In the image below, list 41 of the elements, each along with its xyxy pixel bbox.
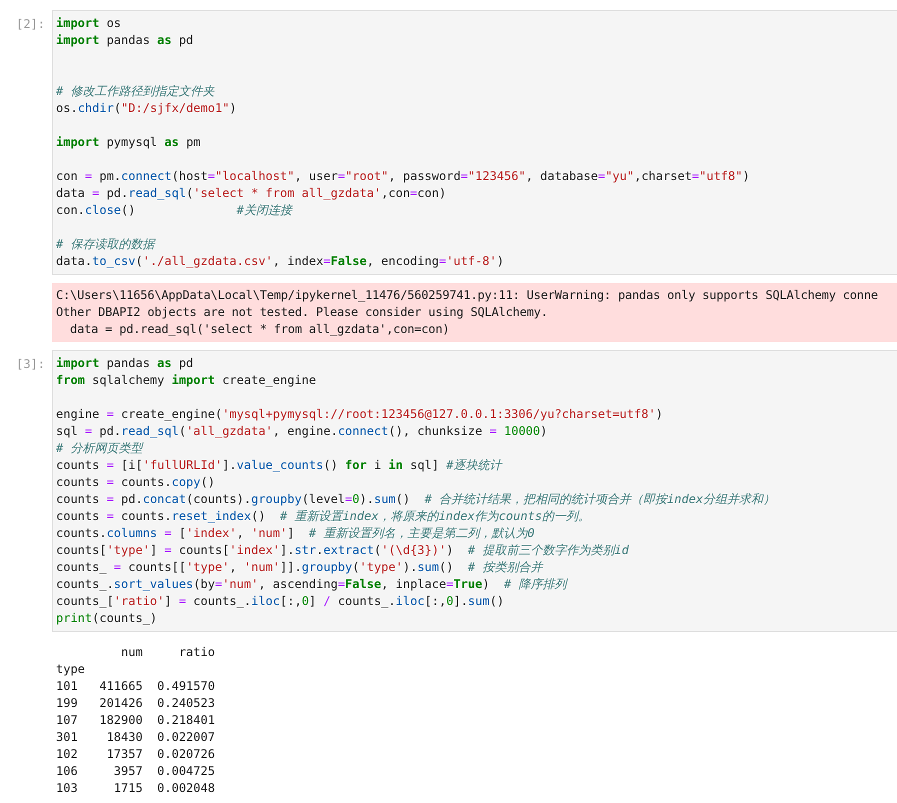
code-line: counts = counts.copy() — [56, 474, 216, 491]
output-line: 106 3957 0.004725 — [56, 763, 216, 780]
warning-line: C:\Users\11656\AppData\Local\Temp/ipykernel_11476/560259741.py:11: UserWarning: pandas only supports SQLAlchemy conne — [56, 287, 879, 304]
output-line: 101 411665 0.491570 — [56, 678, 216, 695]
code-line: import pandas as pd — [56, 32, 194, 49]
code-line: con = pm.connect(host="localhost", user="root", password="123456", database="yu",charset="utf8") — [56, 168, 751, 185]
code-line: # 分析网页类型 — [56, 440, 144, 457]
code-cell[interactable] — [52, 350, 897, 632]
code-line: # 修改工作路径到指定文件夹 — [56, 83, 216, 100]
code-line: data = pd.read_sql('select * from all_gzdata',con=con) — [56, 185, 448, 202]
output-line: 301 18430 0.022007 — [56, 729, 216, 746]
code-line: engine = create_engine('mysql+pymysql://root:123456@127.0.0.1:3306/yu?charset=utf8') — [56, 406, 664, 423]
warning-line: data = pd.read_sql('select * from all_gzdata',con=con) — [69, 321, 450, 338]
execution-count: [2]: — [15, 16, 46, 33]
output-line: 103 1715 0.002048 — [56, 780, 216, 797]
code-line: sql = pd.read_sql('all_gzdata', engine.connect(), chunksize = 10000) — [56, 423, 548, 440]
code-line: counts = counts.reset_index() # 重新设置index，将原来的index作为counts的一列。 — [56, 508, 592, 525]
code-line: print(counts_) — [56, 610, 158, 627]
code-line: counts = [i['fullURLId'].value_counts() for i in sql] #逐块统计 — [56, 457, 504, 474]
code-line: con.close() #关闭连接 — [56, 202, 294, 219]
code-line: import pandas as pd — [56, 355, 194, 372]
output-line: 199 201426 0.240523 — [56, 695, 216, 712]
code-line: # 保存读取的数据 — [56, 236, 157, 253]
output-line: type — [56, 661, 86, 678]
code-cell[interactable] — [52, 10, 897, 275]
code-line: counts['type'] = counts['index'].str.extract('(\d{3})') # 提取前三个数字作为类别id — [56, 542, 630, 559]
code-line: import pymysql as pm — [56, 134, 202, 151]
code-line: import os — [56, 15, 122, 32]
code-line: counts.columns = ['index', 'num'] # 重新设置列名，主要是第二列，默认为0 — [56, 525, 536, 542]
code-line: from sqlalchemy import create_engine — [56, 372, 318, 389]
code-line: os.chdir("D:/sjfx/demo1") — [56, 100, 238, 117]
output-line: 102 17357 0.020726 — [56, 746, 216, 763]
warning-line: Other DBAPI2 objects are not tested. Please consider using SQLAlchemy. — [56, 304, 549, 321]
code-line: counts_.sort_values(by='num', ascending=False, inplace=True) # 降序排列 — [56, 576, 569, 593]
output-line: num ratio — [120, 644, 216, 661]
code-line: counts_['ratio'] = counts_.iloc[:,0] / counts_.iloc[:,0].sum() — [56, 593, 506, 610]
code-line: data.to_csv('./all_gzdata.csv', index=False, encoding='utf-8') — [56, 253, 505, 270]
execution-count: [3]: — [15, 356, 46, 373]
code-line: counts_ = counts[['type', 'num']].groupby('type').sum() # 按类别合并 — [56, 559, 544, 576]
output-line: 107 182900 0.218401 — [56, 712, 216, 729]
code-line: counts = pd.concat(counts).groupby(level=0).sum() # 合并统计结果，把相同的统计项合并（即按index分组并求和） — [56, 491, 776, 508]
